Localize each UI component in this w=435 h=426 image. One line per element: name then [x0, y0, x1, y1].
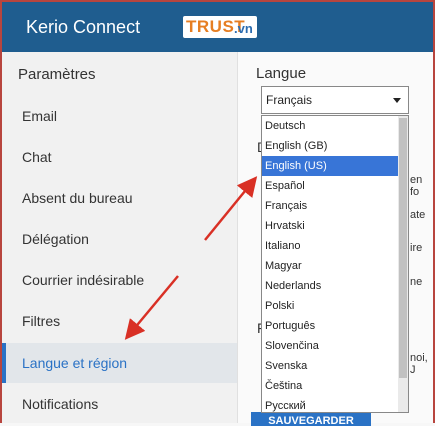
- annotation-arrows: [124, 176, 258, 340]
- annotation-arrow-to-language-item: [124, 275, 179, 340]
- annotation-arrow-to-dropdown: [204, 176, 258, 241]
